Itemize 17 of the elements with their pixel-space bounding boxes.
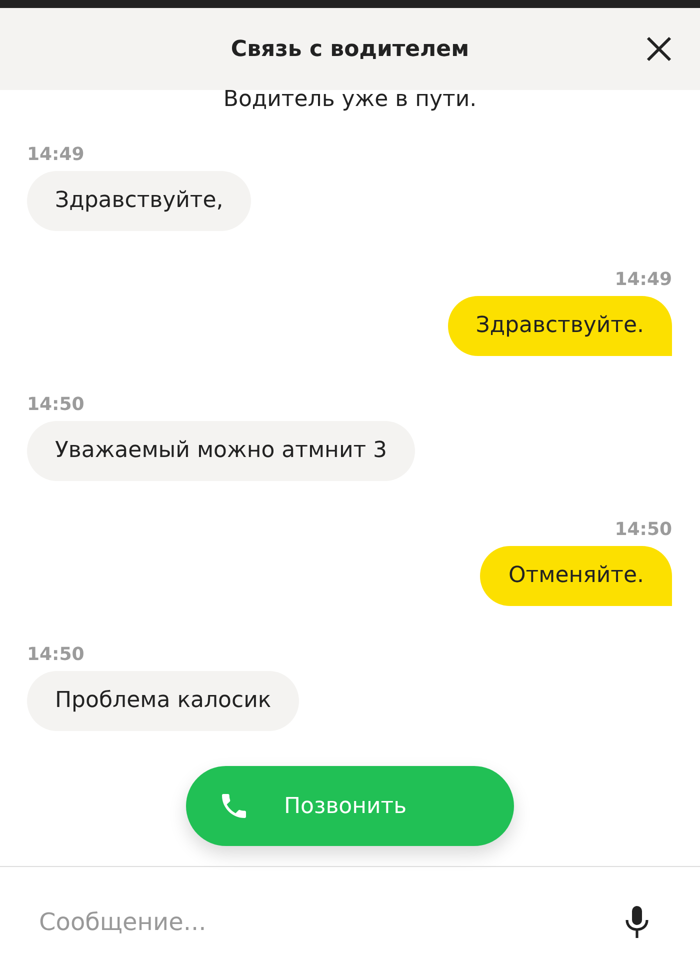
received-message: Проблема калосик <box>27 671 300 731</box>
microphone-button[interactable] <box>624 905 650 939</box>
close-button[interactable] <box>646 36 672 62</box>
sent-message: Отменяйте. <box>480 546 672 606</box>
call-button[interactable]: Позвонить <box>186 766 514 846</box>
received-message: Здравствуйте, <box>27 171 252 231</box>
message-time: 14:50 <box>27 643 84 667</box>
message-time: 14:50 <box>27 393 84 417</box>
close-icon <box>646 36 672 62</box>
window-title: Связь с водителем <box>230 36 470 62</box>
sent-message: Здравствуйте. <box>448 296 672 356</box>
status-text: Водитель уже в пути. <box>222 88 478 112</box>
received-message: Уважаемый можно атмнит 3 <box>27 421 416 481</box>
message-time: 14:50 <box>614 518 672 542</box>
message-time: 14:49 <box>614 268 672 292</box>
microphone-icon <box>624 905 650 939</box>
message-time: 14:49 <box>27 143 84 167</box>
